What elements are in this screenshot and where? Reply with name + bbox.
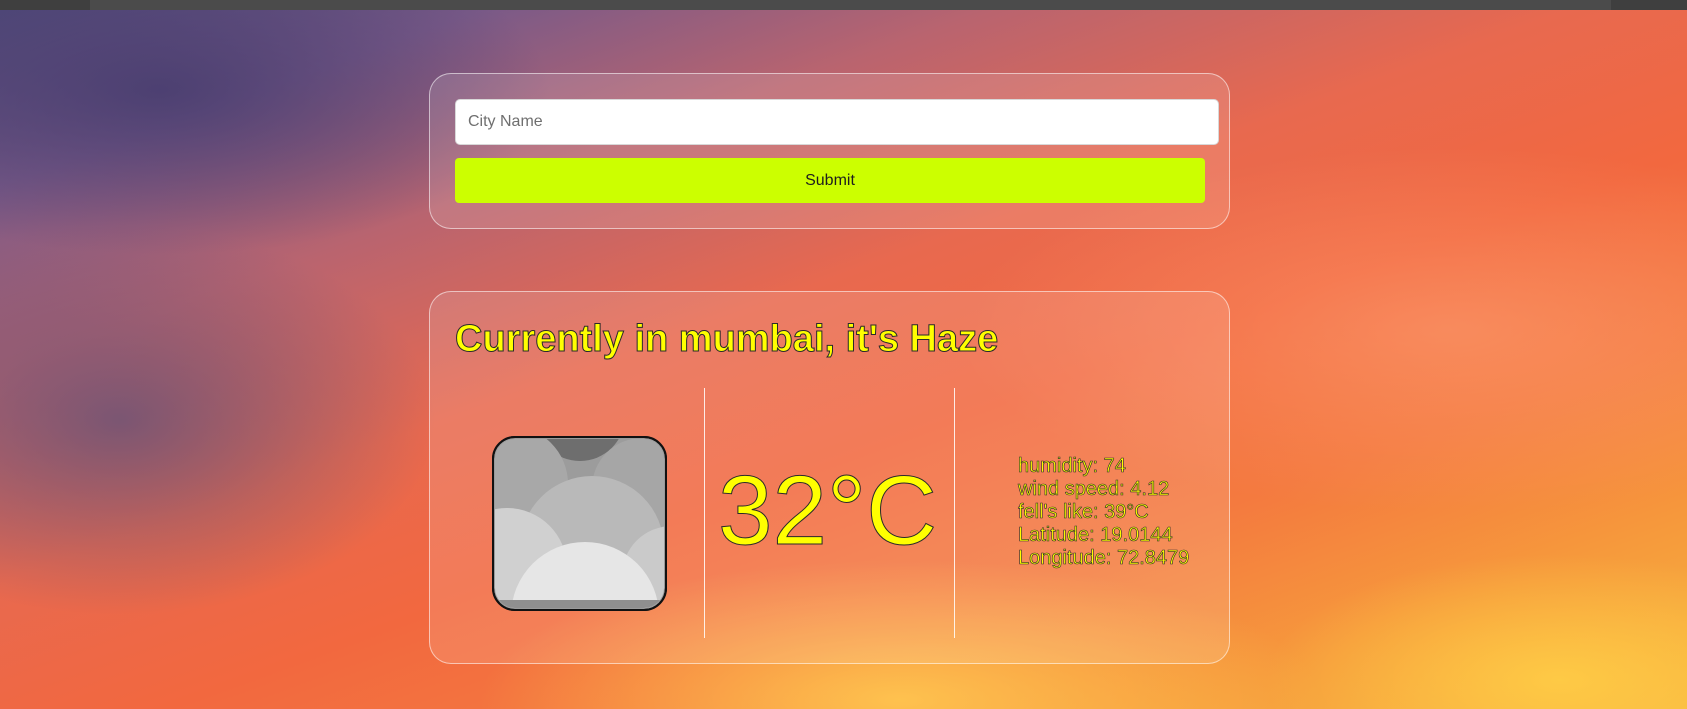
weather-card: Currently in mumbai, it's Haze 32°C humi… bbox=[429, 291, 1230, 664]
divider-left bbox=[704, 388, 705, 638]
browser-top-bar-strip bbox=[90, 0, 1611, 10]
haze-clouds-icon bbox=[492, 436, 667, 611]
longitude-detail: Longitude: 72.8479 bbox=[1018, 547, 1190, 570]
divider-right bbox=[954, 388, 955, 638]
temperature-value: 32°C bbox=[718, 455, 938, 566]
submit-button[interactable]: Submit bbox=[455, 158, 1205, 203]
weather-heading: Currently in mumbai, it's Haze bbox=[454, 318, 999, 361]
city-name-input[interactable] bbox=[455, 99, 1219, 145]
weather-details: humidity: 74 wind speed: 4.12 fell's lik… bbox=[1018, 455, 1190, 570]
browser-top-bar bbox=[0, 0, 1687, 10]
humidity-detail: humidity: 74 bbox=[1018, 455, 1126, 478]
feels-like-detail: fell's like: 39°C bbox=[1018, 501, 1149, 524]
latitude-detail: Latitude: 19.0144 bbox=[1018, 524, 1173, 547]
wind-speed-detail: wind speed: 4.12 bbox=[1018, 478, 1170, 501]
search-card: Submit bbox=[429, 73, 1230, 229]
